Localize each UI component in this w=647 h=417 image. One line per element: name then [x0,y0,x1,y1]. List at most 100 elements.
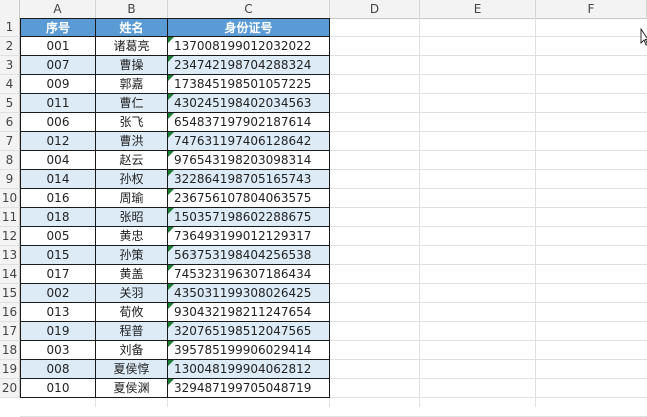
row-header-5[interactable]: 5 [0,94,20,113]
row-header-9[interactable]: 9 [0,170,20,189]
number-stored-as-text-icon [168,170,174,176]
serial-cell[interactable]: 019 [20,322,96,341]
row-header-1[interactable]: 1 [0,18,20,37]
column-header-e[interactable]: E [420,0,536,18]
name-cell[interactable]: 黄盖 [96,265,168,284]
serial-cell[interactable]: 003 [20,341,96,360]
row-header-12[interactable]: 12 [0,227,20,246]
id-number-cell[interactable]: 435031199308026425 [168,284,330,303]
id-number-cell[interactable]: 430245198402034563 [168,94,330,113]
serial-cell[interactable]: 008 [20,360,96,379]
serial-cell[interactable]: 018 [20,208,96,227]
row-header-6[interactable]: 6 [0,113,20,132]
column-header-b[interactable]: B [96,0,168,18]
name-cell-text: 孙权 [119,172,144,186]
name-cell[interactable]: 夏侯渊 [96,379,168,398]
serial-cell[interactable]: 009 [20,75,96,94]
serial-cell[interactable]: 001 [20,37,96,56]
select-all-corner[interactable] [0,0,20,18]
row-header-3[interactable]: 3 [0,56,20,75]
name-cell[interactable]: 曹仁 [96,94,168,113]
id-number-cell[interactable]: 563753198404256538 [168,246,330,265]
row-header-18[interactable]: 18 [0,341,20,360]
row-header-4[interactable]: 4 [0,75,20,94]
serial-cell[interactable]: 010 [20,379,96,398]
row-header-16[interactable]: 16 [0,303,20,322]
id-number-cell[interactable]: 329487199705048719 [168,379,330,398]
column-header-a[interactable]: A [20,0,96,18]
serial-cell[interactable]: 005 [20,227,96,246]
row-header-11[interactable]: 11 [0,208,20,227]
row-header-13[interactable]: 13 [0,246,20,265]
serial-cell[interactable]: 014 [20,170,96,189]
id-number-cell[interactable]: 137008199012032022 [168,37,330,56]
id-number-cell[interactable]: 736493199012129317 [168,227,330,246]
serial-cell-text: 019 [46,324,70,338]
id-number-cell[interactable]: 322864198705165743 [168,170,330,189]
name-cell[interactable]: 赵云 [96,151,168,170]
row-header-15[interactable]: 15 [0,284,20,303]
row-header-19[interactable]: 19 [0,360,20,379]
serial-cell[interactable]: 012 [20,132,96,151]
row-header-20[interactable]: 20 [0,379,20,398]
number-stored-as-text-icon [168,322,174,328]
name-cell-text: 夏侯渊 [113,381,150,395]
row-header-8[interactable]: 8 [0,151,20,170]
name-cell[interactable]: 郭嘉 [96,75,168,94]
serial-cell-text: 003 [46,343,70,357]
serial-cell[interactable]: 004 [20,151,96,170]
id-number-cell-text: 430245198402034563 [174,96,312,110]
id-number-cell[interactable]: 236756107804063575 [168,189,330,208]
name-cell[interactable]: 曹操 [96,56,168,75]
id-number-cell[interactable]: 130048199904062812 [168,360,330,379]
id-number-cell[interactable]: 930432198211247654 [168,303,330,322]
name-cell[interactable]: 孙策 [96,246,168,265]
name-cell[interactable]: 张昭 [96,208,168,227]
serial-cell[interactable]: 007 [20,56,96,75]
serial-cell-text: 010 [46,381,70,395]
name-cell[interactable]: 黄忠 [96,227,168,246]
name-cell[interactable]: 刘备 [96,341,168,360]
header-cell-serial[interactable]: 序号 [20,18,96,37]
id-number-cell[interactable]: 654837197902187614 [168,113,330,132]
serial-cell[interactable]: 011 [20,94,96,113]
name-cell-text: 张飞 [119,115,144,129]
row-header-2[interactable]: 2 [0,37,20,56]
column-header-f[interactable]: F [536,0,647,18]
id-number-cell[interactable]: 747631197406128642 [168,132,330,151]
serial-cell[interactable]: 002 [20,284,96,303]
number-stored-as-text-icon [168,37,174,43]
serial-cell[interactable]: 013 [20,303,96,322]
id-number-cell[interactable]: 320765198512047565 [168,322,330,341]
id-number-cell[interactable]: 976543198203098314 [168,151,330,170]
row-header-7[interactable]: 7 [0,132,20,151]
column-header-c[interactable]: C [168,0,330,18]
header-cell-id-number[interactable]: 身份证号 [168,18,330,37]
id-number-cell[interactable]: 395785199906029414 [168,341,330,360]
serial-cell[interactable]: 015 [20,246,96,265]
header-cell-name[interactable]: 姓名 [96,18,168,37]
name-cell[interactable]: 荀攸 [96,303,168,322]
serial-cell[interactable]: 016 [20,189,96,208]
spreadsheet: ABCDEF 1 2 3 4 5 6 7 8 9 10 11 12 13 14 15 16 17 18 19 20 序… [0,0,647,417]
name-cell-text: 夏侯惇 [113,362,150,376]
id-number-cell[interactable]: 150357198602288675 [168,208,330,227]
name-cell[interactable]: 诸葛亮 [96,37,168,56]
id-number-cell[interactable]: 234742198704288324 [168,56,330,75]
name-cell[interactable]: 程普 [96,322,168,341]
id-number-cell[interactable]: 173845198501057225 [168,75,330,94]
name-cell[interactable]: 夏侯惇 [96,360,168,379]
row-header-10[interactable]: 10 [0,189,20,208]
name-cell[interactable]: 周瑜 [96,189,168,208]
id-number-cell[interactable]: 745323196307186434 [168,265,330,284]
serial-cell[interactable]: 006 [20,113,96,132]
name-cell[interactable]: 关羽 [96,284,168,303]
header-cell-serial-text: 序号 [45,21,70,35]
name-cell[interactable]: 曹洪 [96,132,168,151]
row-header-14[interactable]: 14 [0,265,20,284]
row-header-17[interactable]: 17 [0,322,20,341]
serial-cell[interactable]: 017 [20,265,96,284]
name-cell[interactable]: 张飞 [96,113,168,132]
name-cell[interactable]: 孙权 [96,170,168,189]
column-header-d[interactable]: D [330,0,420,18]
